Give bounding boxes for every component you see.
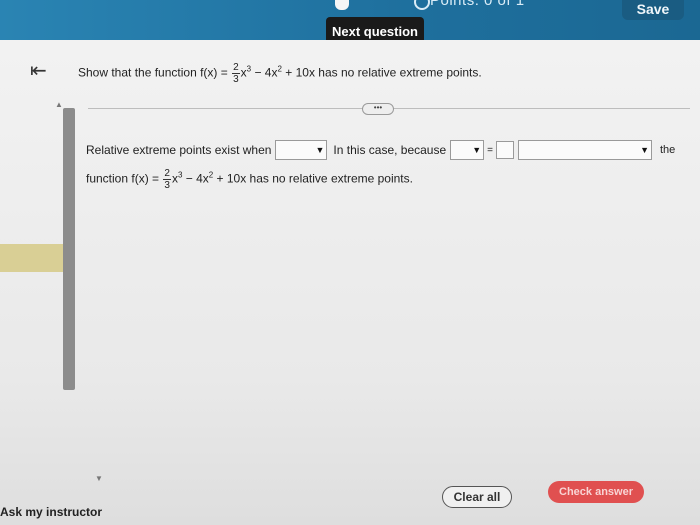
points-status: Points: 0 of 1 <box>430 0 525 9</box>
scrollbar-thumb[interactable] <box>63 108 75 390</box>
points-circle-icon <box>414 0 430 10</box>
conclusion-dropdown[interactable]: ▼ <box>518 140 652 160</box>
fraction: 2 3 <box>232 62 240 85</box>
tooltip-pointer <box>335 0 349 10</box>
expand-more-button[interactable]: ••• <box>362 103 394 115</box>
answer-input[interactable] <box>496 141 514 159</box>
dropdown-arrow-icon: ▼ <box>315 145 325 155</box>
derivative-dropdown[interactable]: ▼ <box>450 140 485 160</box>
scroll-up-icon[interactable]: ▲ <box>55 100 63 109</box>
dropdown-arrow-icon: ▼ <box>472 145 482 155</box>
question-panel <box>0 40 700 525</box>
fraction: 2 3 <box>163 168 171 191</box>
answer-line-1: Relative extreme points exist when ▼ In … <box>86 140 675 160</box>
clear-all-button[interactable]: Clear all <box>442 486 512 508</box>
dropdown-arrow-icon: ▼ <box>640 145 649 155</box>
question-text: Show that the function f(x) = 2 3 x3 − 4… <box>78 62 482 85</box>
scroll-down-icon[interactable]: ▼ <box>95 474 103 483</box>
save-button[interactable]: Save <box>622 0 684 20</box>
answer-line-2: function f(x) = 2 3 x3 − 4x2 + 10x has n… <box>86 168 413 191</box>
check-answer-button[interactable]: Check answer <box>548 481 644 503</box>
condition-dropdown[interactable]: ▼ <box>275 140 328 160</box>
side-highlight <box>0 244 63 272</box>
first-page-icon[interactable]: ⇤ <box>30 58 47 83</box>
ask-instructor-link[interactable]: Ask my instructor <box>0 505 102 519</box>
